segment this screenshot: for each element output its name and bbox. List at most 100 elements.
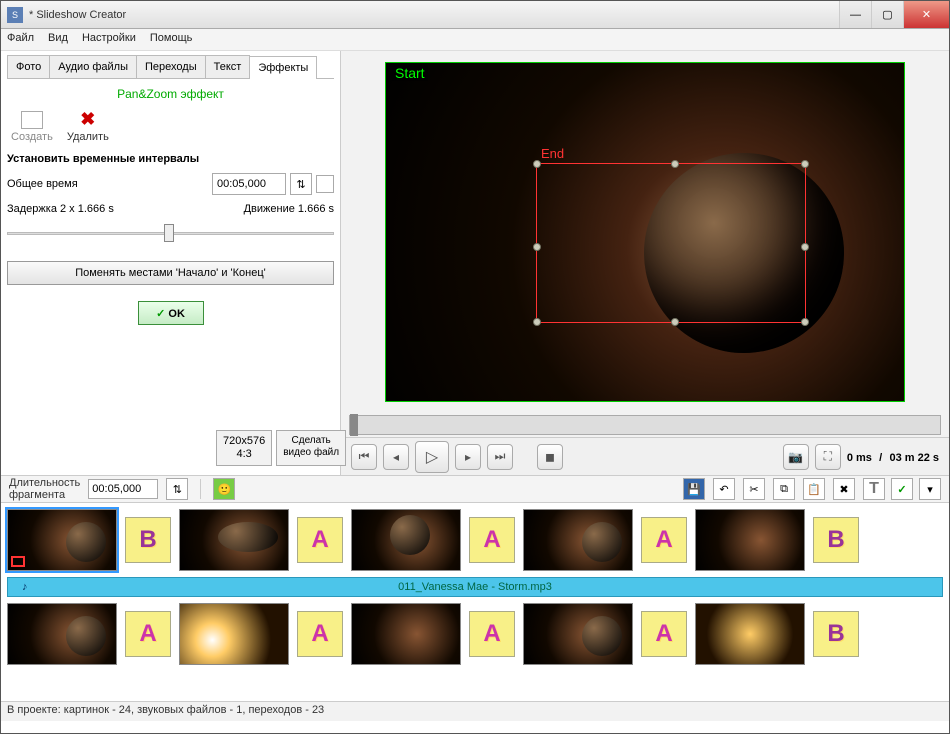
seek-thumb[interactable] xyxy=(350,414,358,436)
apply-icon[interactable]: ✓ xyxy=(891,478,913,500)
make-video-button[interactable]: Сделать видео файл xyxy=(276,430,346,466)
delay-label: Задержка 2 x 1.666 s xyxy=(7,203,114,215)
left-panel: Фото Аудио файлы Переходы Текст Эффекты … xyxy=(1,51,341,475)
play-button[interactable]: ▷ xyxy=(415,441,449,473)
transition-2[interactable]: A xyxy=(297,517,343,563)
seek-bar[interactable] xyxy=(349,415,941,435)
delete-x-icon: ✖ xyxy=(77,111,99,129)
total-time-input[interactable] xyxy=(212,173,286,195)
close-button[interactable]: ✕ xyxy=(903,1,949,28)
clip-3[interactable] xyxy=(351,509,461,571)
clip-1[interactable] xyxy=(7,509,117,571)
go-start-button[interactable]: ⏮ xyxy=(351,444,377,470)
tab-effects[interactable]: Эффекты xyxy=(249,56,317,79)
fragment-duration-label: Длительность фрагмента xyxy=(9,477,80,501)
transition-3[interactable]: A xyxy=(469,517,515,563)
aspect-ratio-value: 4:3 xyxy=(223,448,265,461)
stop-button[interactable]: ◼ xyxy=(537,444,563,470)
delete-effect-button[interactable]: ✖ Удалить xyxy=(67,111,109,143)
next-frame-button[interactable]: ▸ xyxy=(455,444,481,470)
slider-thumb[interactable] xyxy=(164,224,174,242)
playback-toolbar: ⏮ ◂ ▷ ▸ ⏭ ◼ 📷 ⛶ 0 ms / 03 m 22 s xyxy=(341,437,949,475)
resolution-value: 720x576 xyxy=(223,435,265,448)
preview-canvas[interactable]: Start End xyxy=(385,62,905,402)
transition-7[interactable]: A xyxy=(297,611,343,657)
ok-button[interactable]: OK xyxy=(138,301,204,325)
status-bar: В проекте: картинок - 24, звуковых файло… xyxy=(1,701,949,721)
duration-spinner[interactable]: ⇅ xyxy=(166,478,188,500)
app-icon: S xyxy=(7,7,23,23)
time-spinner[interactable]: ⇅ xyxy=(290,173,312,195)
face-thumbnail[interactable]: 🙂 xyxy=(213,478,235,500)
cut-icon[interactable]: ✂ xyxy=(743,478,765,500)
transition-5[interactable]: B xyxy=(813,517,859,563)
start-frame-label: Start xyxy=(392,65,428,81)
end-frame-label: End xyxy=(541,146,564,161)
transition-4[interactable]: A xyxy=(641,517,687,563)
menu-view[interactable]: Вид xyxy=(48,32,68,47)
menu-file[interactable]: Файл xyxy=(7,32,34,47)
timeline-row-1: B A A A B xyxy=(7,509,943,571)
tab-photo[interactable]: Фото xyxy=(7,55,50,78)
fullscreen-button[interactable]: ⛶ xyxy=(815,444,841,470)
undo-icon[interactable]: ↶ xyxy=(713,478,735,500)
clip-8[interactable] xyxy=(351,603,461,665)
timeline[interactable]: B A A A B ♪ 011_Vanessa Mae - Storm.mp3 … xyxy=(1,503,949,701)
save-icon[interactable]: 💾 xyxy=(683,478,705,500)
minimize-button[interactable]: — xyxy=(839,1,871,28)
timeline-toolbar: Длительность фрагмента ⇅ 🙂 💾 ↶ ✂ ⧉ 📋 ✖ T… xyxy=(1,475,949,503)
status-text: В проекте: картинок - 24, звуковых файло… xyxy=(7,704,324,716)
clip-5[interactable] xyxy=(695,509,805,571)
clip-7[interactable] xyxy=(179,603,289,665)
time-lock-checkbox[interactable] xyxy=(316,175,334,193)
text-tool-icon[interactable]: T xyxy=(863,478,885,500)
rectangle-icon xyxy=(21,111,43,129)
fragment-duration-input[interactable] xyxy=(88,479,158,499)
swap-start-end-button[interactable]: Поменять местами 'Начало' и 'Конец' xyxy=(7,261,334,285)
create-label: Создать xyxy=(11,131,53,143)
transition-6[interactable]: A xyxy=(125,611,171,657)
end-frame-box[interactable]: End xyxy=(536,163,806,323)
audio-track[interactable]: ♪ 011_Vanessa Mae - Storm.mp3 xyxy=(7,577,943,597)
delete-label: Удалить xyxy=(67,131,109,143)
tab-transitions[interactable]: Переходы xyxy=(136,55,206,78)
time-position: 0 ms xyxy=(847,452,872,464)
menu-settings[interactable]: Настройки xyxy=(82,32,136,47)
transition-8[interactable]: A xyxy=(469,611,515,657)
tab-text[interactable]: Текст xyxy=(205,55,251,78)
panzoom-indicator-icon xyxy=(11,556,25,567)
effect-title: Pan&Zoom эффект xyxy=(7,79,334,109)
delay-motion-slider[interactable] xyxy=(7,223,334,243)
transition-1[interactable]: B xyxy=(125,517,171,563)
audio-filename: 011_Vanessa Mae - Storm.mp3 xyxy=(398,581,552,593)
clip-10[interactable] xyxy=(695,603,805,665)
titlebar: S * Slideshow Creator — ▢ ✕ xyxy=(1,1,949,29)
window-title: * Slideshow Creator xyxy=(29,9,839,21)
timecode: 0 ms / 03 m 22 s xyxy=(847,449,939,464)
timeline-row-2: A A A A B xyxy=(7,603,943,665)
clip-9[interactable] xyxy=(523,603,633,665)
clip-4[interactable] xyxy=(523,509,633,571)
intervals-heading: Установить временные интервалы xyxy=(7,149,334,169)
menu-help[interactable]: Помощь xyxy=(150,32,193,47)
paste-icon[interactable]: 📋 xyxy=(803,478,825,500)
go-end-button[interactable]: ⏭ xyxy=(487,444,513,470)
transition-9[interactable]: A xyxy=(641,611,687,657)
clip-6[interactable] xyxy=(7,603,117,665)
transition-10[interactable]: B xyxy=(813,611,859,657)
apply-dropdown-icon[interactable]: ▾ xyxy=(919,478,941,500)
delete-icon[interactable]: ✖ xyxy=(833,478,855,500)
prev-frame-button[interactable]: ◂ xyxy=(383,444,409,470)
clip-2[interactable] xyxy=(179,509,289,571)
snapshot-button[interactable]: 📷 xyxy=(783,444,809,470)
resolution-box[interactable]: 720x576 4:3 xyxy=(216,430,272,466)
tab-audio[interactable]: Аудио файлы xyxy=(49,55,137,78)
time-duration: 03 m 22 s xyxy=(889,452,939,464)
motion-label: Движение 1.666 s xyxy=(244,203,334,215)
music-note-icon: ♪ xyxy=(22,581,28,593)
copy-icon[interactable]: ⧉ xyxy=(773,478,795,500)
create-effect-button[interactable]: Создать xyxy=(11,111,53,143)
maximize-button[interactable]: ▢ xyxy=(871,1,903,28)
preview-area: Start End ⏮ ◂ ▷ ▸ ⏭ ◼ 📷 ⛶ 0 ms xyxy=(341,51,949,475)
menubar: Файл Вид Настройки Помощь xyxy=(1,29,949,51)
